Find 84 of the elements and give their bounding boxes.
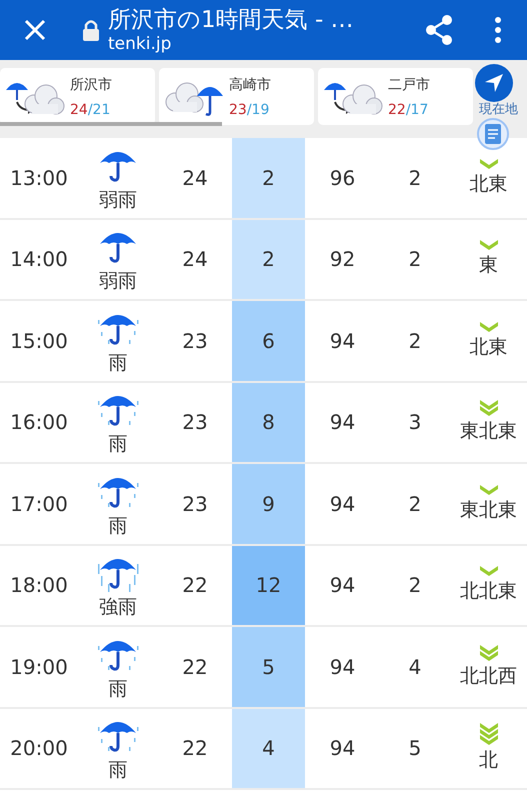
city-card[interactable]: 二戸市 22/17 bbox=[318, 68, 473, 125]
humidity-cell-text: 94 bbox=[328, 409, 356, 436]
weather-label: 雨 bbox=[108, 514, 128, 539]
wind-direction-label: 北東 bbox=[470, 334, 508, 360]
humidity-cell-text: 94 bbox=[328, 572, 356, 600]
wind-direction-label: 北北東 bbox=[460, 579, 517, 604]
humidity-cell-text: 96 bbox=[328, 164, 356, 192]
share-icon bbox=[425, 15, 453, 45]
city-temperatures: 24/21 bbox=[70, 102, 112, 118]
temperature-cell-text: 23 bbox=[181, 490, 209, 518]
lock-icon bbox=[82, 19, 100, 41]
wind-arrow-icon bbox=[480, 322, 498, 332]
wind-arrow-icon bbox=[480, 723, 498, 746]
temperature-cell-text: 22 bbox=[181, 654, 209, 681]
wind-arrow-icon bbox=[480, 240, 498, 250]
close-icon bbox=[24, 19, 46, 41]
precipitation-cell: 2 bbox=[232, 138, 305, 218]
document-icon bbox=[485, 124, 501, 144]
time-cell-text: 17:00 bbox=[9, 490, 69, 518]
city-card[interactable]: 高崎市 23/19 bbox=[159, 68, 314, 125]
humidity-cell-text: 94 bbox=[328, 490, 356, 518]
weather-label: 弱雨 bbox=[99, 269, 137, 294]
weather-label: 雨 bbox=[108, 432, 128, 458]
wind-speed-cell-text: 2 bbox=[408, 328, 422, 355]
precipitation-cell: 8 bbox=[232, 382, 305, 462]
temperature-cell-text: 22 bbox=[181, 735, 209, 762]
city-temperatures: 23/19 bbox=[229, 102, 270, 118]
temperature-cell-text: 22 bbox=[181, 572, 209, 600]
precipitation-cell: 9 bbox=[232, 464, 305, 544]
temperature-cell-text: 23 bbox=[181, 328, 209, 355]
city-card[interactable]: 所沢市 24/21 bbox=[0, 68, 155, 125]
precipitation-cell: 5 bbox=[232, 627, 305, 706]
wind-direction-label: 北東 bbox=[470, 172, 508, 197]
navigation-icon bbox=[483, 72, 505, 94]
wind-speed-cell-text: 2 bbox=[408, 246, 422, 274]
time-cell-text: 15:00 bbox=[9, 328, 69, 355]
time-cell-text: 18:00 bbox=[9, 572, 69, 600]
time-cell-text: 14:00 bbox=[9, 246, 69, 274]
current-location-label: 現在地 bbox=[479, 102, 518, 117]
temperature-cell-text: 24 bbox=[181, 246, 209, 274]
temperature-cell-text: 24 bbox=[181, 164, 209, 192]
time-cell-text: 13:00 bbox=[9, 164, 69, 192]
precipitation-cell: 4 bbox=[232, 708, 305, 788]
weather-label: 弱雨 bbox=[99, 188, 137, 213]
wind-speed-cell-text: 3 bbox=[408, 409, 422, 436]
list-button[interactable] bbox=[477, 118, 509, 150]
wind-direction-label: 東北東 bbox=[460, 498, 517, 523]
current-location-button[interactable] bbox=[475, 64, 513, 102]
humidity-cell-text: 92 bbox=[328, 246, 356, 274]
precipitation-cell: 12 bbox=[232, 546, 305, 625]
wind-arrow-icon bbox=[480, 158, 498, 169]
weather-label: 雨 bbox=[108, 676, 128, 702]
wind-arrow-icon bbox=[480, 484, 498, 495]
weather-label: 強雨 bbox=[99, 595, 137, 620]
precipitation-cell: 6 bbox=[232, 301, 305, 380]
more-icon bbox=[494, 17, 502, 43]
wind-speed-cell-text: 5 bbox=[408, 735, 422, 762]
time-cell-text: 20:00 bbox=[9, 735, 69, 762]
weather-label: 雨 bbox=[108, 758, 128, 784]
humidity-cell-text: 94 bbox=[328, 328, 356, 355]
page-url: tenki.jp bbox=[108, 34, 172, 54]
temperature-cell-text: 23 bbox=[181, 409, 209, 436]
wind-arrow-icon bbox=[480, 566, 498, 576]
precipitation-cell: 2 bbox=[232, 220, 305, 299]
page-title: 所沢市の1時間天気 - … bbox=[108, 6, 355, 34]
wind-arrow-icon bbox=[480, 644, 498, 661]
wind-speed-cell-text: 2 bbox=[408, 490, 422, 518]
wind-direction-label: 北 bbox=[479, 748, 498, 774]
city-name: 二戸市 bbox=[388, 76, 430, 94]
weather-label: 雨 bbox=[108, 350, 128, 376]
time-cell-text: 19:00 bbox=[9, 654, 69, 681]
wind-direction-label: 北北西 bbox=[460, 664, 517, 689]
city-name: 所沢市 bbox=[70, 76, 112, 94]
city-name: 高崎市 bbox=[229, 76, 271, 94]
humidity-cell-text: 94 bbox=[328, 735, 356, 762]
wind-speed-cell-text: 2 bbox=[408, 164, 422, 192]
wind-direction-label: 東北東 bbox=[460, 419, 517, 444]
humidity-cell-text: 94 bbox=[328, 654, 356, 681]
city-temperatures: 22/17 bbox=[388, 102, 430, 118]
wind-arrow-icon bbox=[480, 400, 498, 416]
wind-speed-cell-text: 2 bbox=[408, 572, 422, 600]
wind-direction-label: 東 bbox=[479, 253, 498, 278]
wind-speed-cell-text: 4 bbox=[408, 654, 422, 681]
time-cell-text: 16:00 bbox=[9, 409, 69, 436]
